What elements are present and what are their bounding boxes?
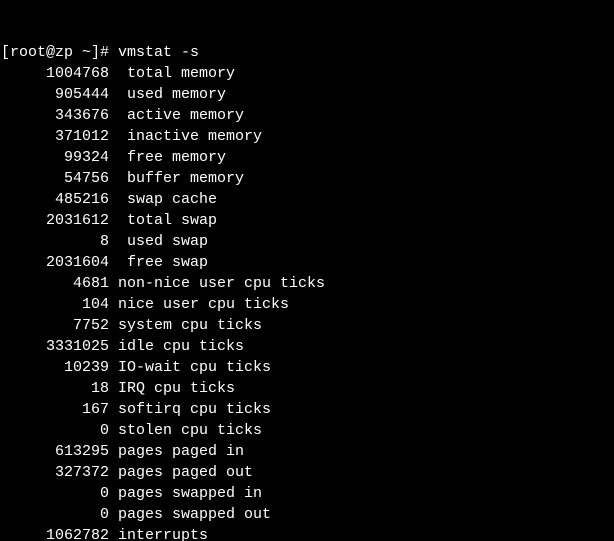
stat-label: active memory — [127, 107, 244, 124]
stat-value: 99324 — [1, 147, 109, 168]
stat-label: softirq cpu ticks — [118, 401, 271, 418]
stat-value: 343676 — [1, 105, 109, 126]
stat-line: 18 IRQ cpu ticks — [1, 378, 613, 399]
stat-value: 8 — [1, 231, 109, 252]
stat-label: pages paged in — [118, 443, 244, 460]
stat-label: free memory — [127, 149, 226, 166]
stat-label: used memory — [127, 86, 226, 103]
terminal-output: [root@zp ~]# vmstat -s1004768total memor… — [0, 0, 614, 541]
stat-value: 1062782 — [1, 525, 109, 541]
stat-value: 10239 — [1, 357, 109, 378]
stat-line: 905444 used memory — [1, 84, 613, 105]
stat-line: 54756 buffer memory — [1, 168, 613, 189]
stat-value: 613295 — [1, 441, 109, 462]
stat-value: 18 — [1, 378, 109, 399]
stat-line: 0 pages swapped in — [1, 483, 613, 504]
stat-line: 2031604 free swap — [1, 252, 613, 273]
stat-line: 1062782 interrupts — [1, 525, 613, 541]
shell-command: vmstat -s — [118, 44, 199, 61]
stat-line: 327372 pages paged out — [1, 462, 613, 483]
stat-label: swap cache — [127, 191, 217, 208]
stat-value: 1004768 — [1, 63, 109, 84]
stat-label: buffer memory — [127, 170, 244, 187]
stat-value: 104 — [1, 294, 109, 315]
stat-line: 99324 free memory — [1, 147, 613, 168]
stat-label: total swap — [127, 212, 217, 229]
stat-value: 905444 — [1, 84, 109, 105]
stat-line: 3331025 idle cpu ticks — [1, 336, 613, 357]
stat-line: 4681 non-nice user cpu ticks — [1, 273, 613, 294]
stat-value: 327372 — [1, 462, 109, 483]
stat-label: pages swapped out — [118, 506, 271, 523]
stat-line: 8 used swap — [1, 231, 613, 252]
stat-line: 2031612 total swap — [1, 210, 613, 231]
stat-label: IRQ cpu ticks — [118, 380, 235, 397]
stat-line: 7752 system cpu ticks — [1, 315, 613, 336]
stat-value: 0 — [1, 504, 109, 525]
stat-line: 0 pages swapped out — [1, 504, 613, 525]
shell-prompt-line: [root@zp ~]# vmstat -s — [1, 42, 613, 63]
stat-label: idle cpu ticks — [118, 338, 244, 355]
stat-line: 1004768 total memory — [1, 63, 613, 84]
stat-value: 371012 — [1, 126, 109, 147]
stat-value: 3331025 — [1, 336, 109, 357]
stat-label: system cpu ticks — [118, 317, 262, 334]
shell-prompt: [root@zp ~]# — [1, 44, 109, 61]
stat-line: 167 softirq cpu ticks — [1, 399, 613, 420]
stat-line: 10239 IO-wait cpu ticks — [1, 357, 613, 378]
stat-value: 4681 — [1, 273, 109, 294]
stat-value: 54756 — [1, 168, 109, 189]
stat-line: 0 stolen cpu ticks — [1, 420, 613, 441]
stat-label: non-nice user cpu ticks — [118, 275, 325, 292]
stat-line: 485216 swap cache — [1, 189, 613, 210]
stat-label: inactive memory — [127, 128, 262, 145]
stat-value: 0 — [1, 420, 109, 441]
stat-label: stolen cpu ticks — [118, 422, 262, 439]
stat-label: pages swapped in — [118, 485, 262, 502]
stat-value: 7752 — [1, 315, 109, 336]
stat-line: 613295 pages paged in — [1, 441, 613, 462]
stat-value: 485216 — [1, 189, 109, 210]
stat-value: 2031604 — [1, 252, 109, 273]
stat-label: total memory — [127, 65, 235, 82]
stat-line: 371012 inactive memory — [1, 126, 613, 147]
stat-label: used swap — [127, 233, 208, 250]
stat-value: 0 — [1, 483, 109, 504]
stat-label: nice user cpu ticks — [118, 296, 289, 313]
stat-line: 104 nice user cpu ticks — [1, 294, 613, 315]
stat-line: 343676 active memory — [1, 105, 613, 126]
stat-label: free swap — [127, 254, 208, 271]
stat-label: pages paged out — [118, 464, 253, 481]
stat-label: IO-wait cpu ticks — [118, 359, 271, 376]
stat-value: 167 — [1, 399, 109, 420]
stat-label: interrupts — [118, 527, 208, 541]
stat-value: 2031612 — [1, 210, 109, 231]
